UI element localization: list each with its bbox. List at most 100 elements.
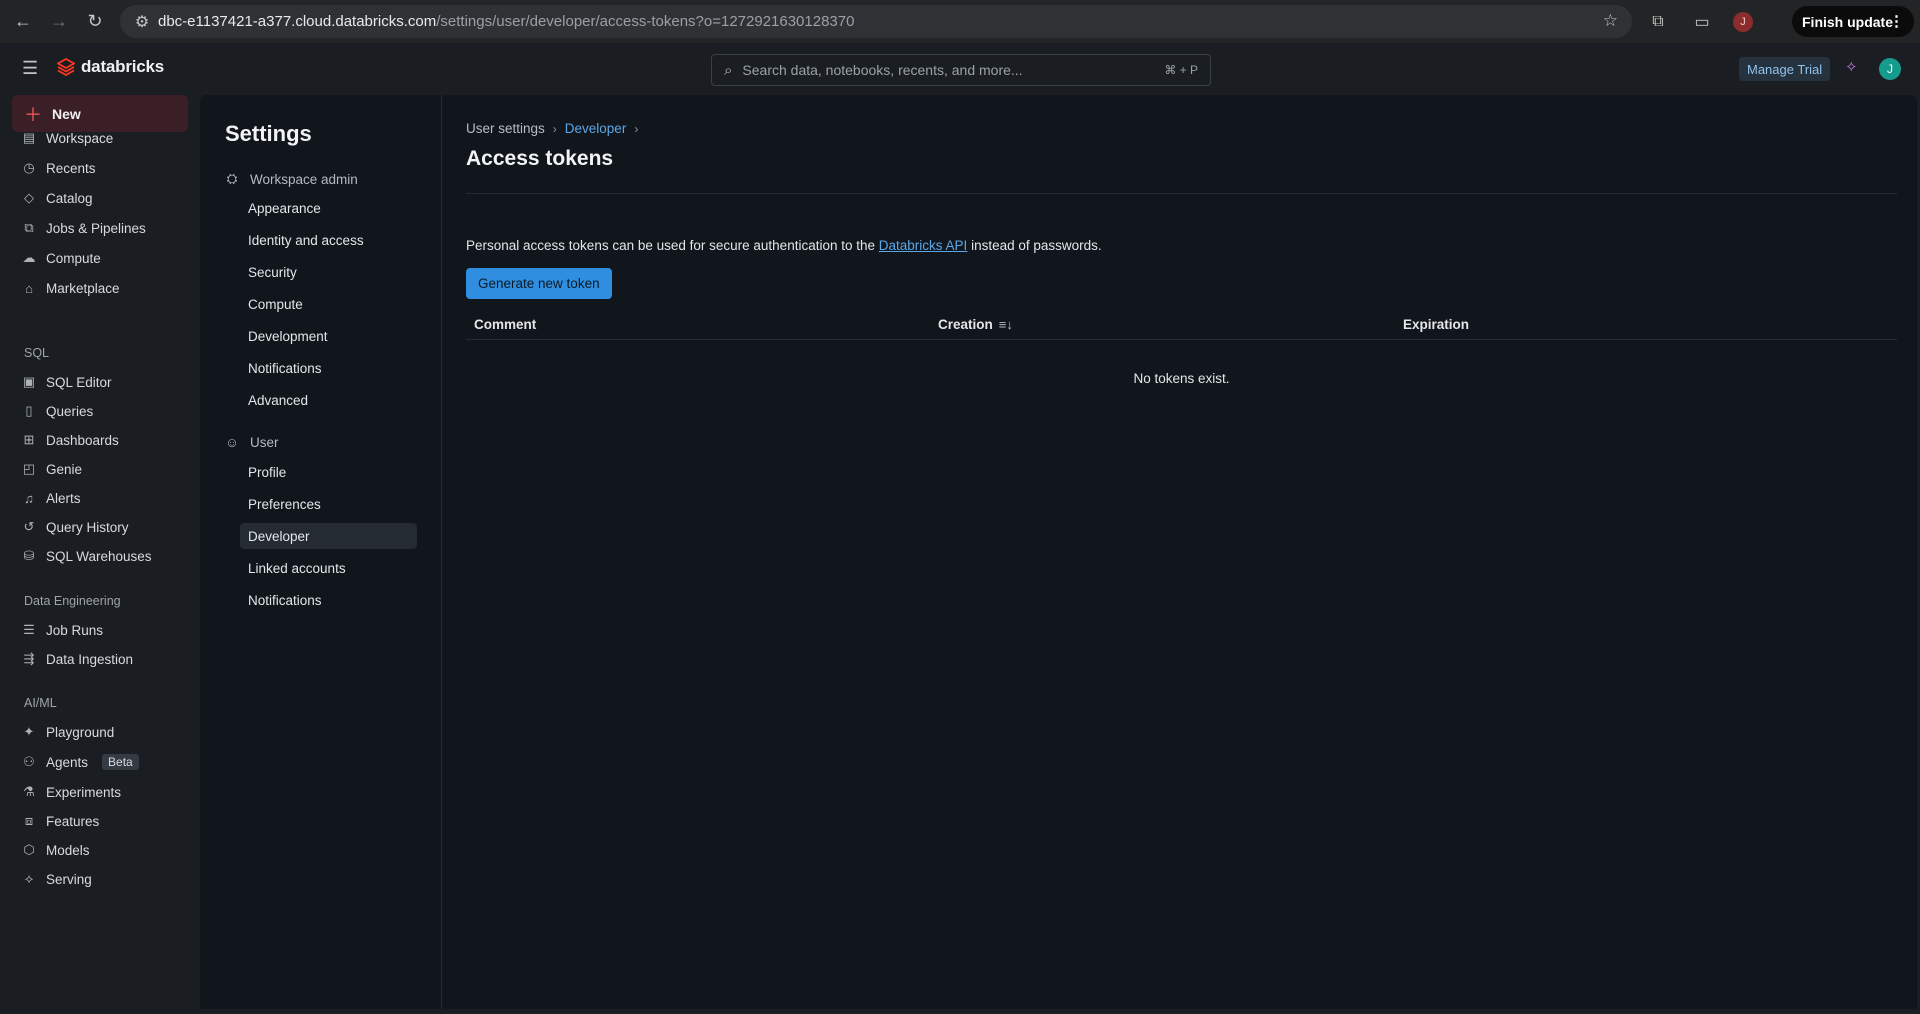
playground-icon: ✦ (23, 724, 35, 739)
sql-editor-icon: ▣ (22, 374, 36, 389)
top-bar: ☰ databricks ⌕ Search data, notebooks, r… (0, 43, 1920, 95)
generate-new-token-button[interactable]: Generate new token (466, 268, 612, 299)
column-header-comment[interactable]: Comment (474, 317, 536, 332)
column-header-creation[interactable]: Creation ≡↓ (938, 317, 1013, 332)
cast-icon[interactable]: ▭ (1689, 12, 1715, 32)
settings-item-identity-and-access[interactable]: Identity and access (240, 227, 417, 253)
settings-item-developer[interactable]: Developer (240, 523, 417, 549)
workspace-admin-group: ⛭ Workspace admin (224, 171, 358, 187)
manage-trial-button[interactable]: Manage Trial (1739, 57, 1831, 81)
settings-item-preferences[interactable]: Preferences (240, 491, 417, 517)
features-icon: ⧈ (24, 813, 34, 828)
sidebar-item-job-runs[interactable]: ☰ Job Runs (12, 617, 188, 643)
browser-toolbar: ← → ↻ ⚙ dbc-e1137421-a377.cloud.databric… (0, 0, 1920, 43)
back-icon[interactable]: ← (8, 7, 38, 37)
sidebar-section-data-engineering: Data Engineering (24, 594, 121, 608)
databricks-logo[interactable]: databricks (57, 57, 164, 77)
search-placeholder: Search data, notebooks, recents, and mor… (742, 62, 1023, 78)
forward-icon[interactable]: → (44, 7, 74, 37)
genie-icon: ◰ (22, 461, 36, 476)
databricks-api-link[interactable]: Databricks API (879, 238, 968, 253)
breadcrumb: User settings › Developer › (466, 121, 638, 136)
search-icon: ⌕ (724, 61, 733, 79)
sidebar-item-compute[interactable]: ☁ Compute (12, 245, 188, 271)
list-icon: ☰ (23, 622, 35, 637)
sidebar-section-ai-ml: AI/ML (24, 696, 57, 710)
sidebar-item-dashboards[interactable]: ⊞ Dashboards (12, 427, 188, 453)
serving-icon: ⟡ (24, 871, 34, 886)
sidebar-item-recents[interactable]: ◷ Recents (12, 155, 188, 181)
main-panel: Settings ⛭ Workspace admin Appearance Id… (200, 95, 1917, 1009)
more-vert-icon: ⋮ (1889, 13, 1904, 30)
settings-item-user-notifications[interactable]: Notifications (240, 587, 417, 613)
sidebar-item-features[interactable]: ⧈ Features (12, 808, 188, 834)
divider (466, 193, 1897, 194)
beta-badge: Beta (102, 754, 139, 770)
workflows-icon: ⧉ (24, 220, 34, 235)
sidebar-item-genie[interactable]: ◰ Genie (12, 456, 188, 482)
sidebar-item-catalog[interactable]: ◇ Catalog (12, 185, 188, 211)
sidebar-item-models[interactable]: ⬡ Models (12, 837, 188, 863)
bookmark-star-icon[interactable]: ☆ (1603, 11, 1618, 31)
finish-update-button[interactable]: Finish update ⋮ (1792, 6, 1914, 37)
history-icon: ↺ (23, 519, 35, 534)
sidebar-item-query-history[interactable]: ↺ Query History (12, 514, 188, 540)
breadcrumb-developer[interactable]: Developer (565, 121, 627, 136)
sidebar-item-agents[interactable]: ⚇ Agents Beta (12, 749, 188, 775)
search-shortcut: ⌘ + P (1164, 63, 1198, 77)
settings-item-compute[interactable]: Compute (240, 291, 417, 317)
settings-item-development[interactable]: Development (240, 323, 417, 349)
catalog-icon: ◇ (24, 190, 34, 205)
sidebar-item-experiments[interactable]: ⚗ Experiments (12, 779, 188, 805)
sidebar-item-workspace[interactable]: ▤ Workspace (12, 125, 188, 151)
sort-icon[interactable]: ≡↓ (999, 317, 1013, 332)
warehouse-icon: ⛁ (23, 548, 35, 563)
chevron-right-icon: › (634, 121, 639, 136)
cloud-icon: ☁ (22, 250, 36, 265)
bell-icon: ♫ (24, 490, 34, 506)
sidebar-item-jobs-pipelines[interactable]: ⧉ Jobs & Pipelines (12, 215, 188, 241)
page-title: Access tokens (466, 147, 614, 170)
new-label: New (52, 105, 81, 122)
settings-title: Settings (225, 121, 312, 146)
databricks-app: ☰ databricks ⌕ Search data, notebooks, r… (0, 43, 1920, 1014)
column-header-expiration[interactable]: Expiration (1403, 317, 1469, 332)
menu-icon[interactable]: ☰ (22, 58, 42, 79)
global-search-input[interactable]: ⌕ Search data, notebooks, recents, and m… (711, 54, 1211, 86)
address-bar[interactable]: ⚙ dbc-e1137421-a377.cloud.databricks.com… (120, 5, 1632, 38)
user-avatar[interactable]: J (1879, 58, 1901, 80)
settings-item-appearance[interactable]: Appearance (240, 195, 417, 221)
sidebar-item-alerts[interactable]: ♫ Alerts (12, 485, 188, 511)
sidebar-item-sql-editor[interactable]: ▣ SQL Editor (12, 369, 188, 395)
query-icon: ▯ (25, 403, 33, 418)
sidebar-item-serving[interactable]: ⟡ Serving (12, 866, 188, 892)
site-info-icon[interactable]: ⚙ (126, 12, 158, 32)
reload-icon[interactable]: ↻ (80, 7, 110, 37)
settings-item-advanced[interactable]: Advanced (240, 387, 417, 413)
workspace-admin-icon: ⛭ (226, 171, 238, 186)
tokens-table-header: Comment Creation ≡↓ Expiration (466, 308, 1897, 340)
sidebar-item-playground[interactable]: ✦ Playground (12, 719, 188, 745)
empty-state-text: No tokens exist. (1133, 371, 1230, 386)
dashboard-icon: ⊞ (23, 432, 35, 447)
sidebar-item-queries[interactable]: ▯ Queries (12, 398, 188, 424)
experiments-icon: ⚗ (23, 784, 35, 799)
models-icon: ⬡ (23, 842, 35, 857)
settings-item-security[interactable]: Security (240, 259, 417, 285)
sidebar-item-marketplace[interactable]: ⌂ Marketplace (12, 275, 188, 301)
settings-item-workspace-notifications[interactable]: Notifications (240, 355, 417, 381)
marketplace-icon: ⌂ (25, 280, 33, 296)
extensions-icon[interactable]: ⧉ (1645, 13, 1671, 31)
finish-update-label: Finish update (1802, 13, 1893, 30)
browser-profile-avatar[interactable]: J (1733, 11, 1753, 32)
url-text[interactable]: dbc-e1137421-a377.cloud.databricks.com/s… (158, 13, 854, 30)
sidebar-item-sql-warehouses[interactable]: ⛁ SQL Warehouses (12, 543, 188, 569)
user-circle-icon: ☺ (225, 435, 239, 450)
sidebar-item-data-ingestion[interactable]: ⇶ Data Ingestion (12, 646, 188, 672)
ingestion-icon: ⇶ (23, 651, 35, 666)
breadcrumb-user-settings[interactable]: User settings (466, 121, 545, 136)
assistant-sparkle-icon[interactable]: ✧ (1845, 58, 1858, 76)
logo-text: databricks (81, 57, 165, 76)
settings-item-profile[interactable]: Profile (240, 459, 417, 485)
settings-item-linked-accounts[interactable]: Linked accounts (240, 555, 417, 581)
